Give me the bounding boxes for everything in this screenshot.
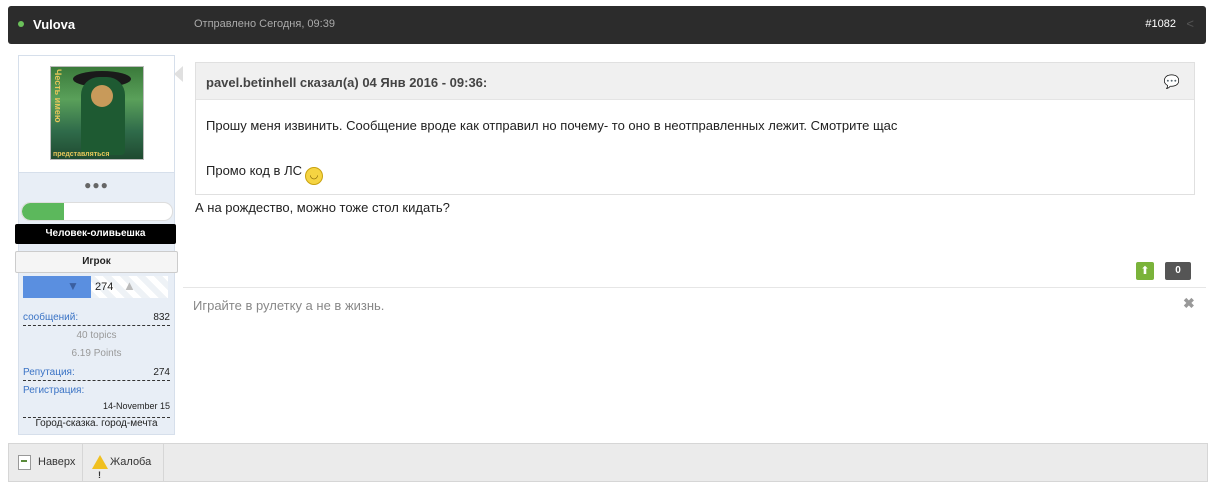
user-progress-fill xyxy=(22,203,64,220)
post-author[interactable]: Vulova xyxy=(33,17,75,32)
multiquote-icon[interactable]: 💬 xyxy=(1164,74,1180,90)
signature-divider xyxy=(183,287,1206,288)
messages-stat: сообщений: 832 xyxy=(23,310,170,326)
post-footer: Наверх ! Жалоба xyxy=(8,443,1208,482)
warning-mark: ! xyxy=(98,470,101,480)
user-location: Город-сказка. город-мечта xyxy=(35,418,158,429)
avatar-bottom-text: представляться xyxy=(53,151,110,158)
rank-title: Человек-оливьешка xyxy=(15,224,176,244)
reputation-bar: ▼ 274 ▲ xyxy=(23,276,168,298)
quote-text-line-1: Прошу меня извинить. Сообщение вроде как… xyxy=(206,118,898,133)
avatar[interactable]: Честь имею представляться xyxy=(50,66,144,160)
reputation-value: 274 xyxy=(153,367,170,378)
post-number-link[interactable]: #1082 xyxy=(1145,18,1176,30)
reputation-stat: Репутация: 274 xyxy=(23,365,170,381)
back-to-top-label: Наверх xyxy=(38,456,76,468)
topics-count: 40 topics xyxy=(76,330,117,341)
avatar-container: Честь имею представляться xyxy=(19,56,174,173)
quote-header: pavel.betinhell сказал(а) 04 Янв 2016 - … xyxy=(196,63,1194,100)
quote-citation[interactable]: pavel.betinhell сказал(а) 04 Янв 2016 - … xyxy=(206,75,487,90)
vote-count: 0 xyxy=(1165,262,1191,280)
reputation-bar-value: 274 xyxy=(95,281,114,293)
user-progress-bar xyxy=(21,202,173,221)
share-icon[interactable]: < xyxy=(1186,16,1194,31)
quote-body: Прошу меня извинить. Сообщение вроде как… xyxy=(196,100,1194,194)
back-to-top-button[interactable]: Наверх xyxy=(9,444,83,481)
post-arrow xyxy=(174,66,183,82)
quote-block: pavel.betinhell сказал(а) 04 Янв 2016 - … xyxy=(195,62,1195,195)
avatar-face xyxy=(91,85,113,107)
user-group: Игрок xyxy=(15,251,178,273)
thumb-up-icon[interactable]: ▲ xyxy=(123,278,136,293)
reputation-negative xyxy=(23,276,91,298)
report-button[interactable]: ! Жалоба xyxy=(83,444,164,481)
registration-date: 14-November 15 xyxy=(23,401,170,418)
quote-text-line-2: Промо код в ЛС ◡ xyxy=(206,163,323,185)
registration-label: Регистрация: xyxy=(23,385,85,396)
post-header: Vulova Отправлено Сегодня, 09:39 #1082 < xyxy=(8,6,1206,44)
status-dots: ●●● xyxy=(84,178,109,192)
messages-label[interactable]: сообщений: xyxy=(23,312,78,323)
close-icon[interactable]: ✖ xyxy=(1183,295,1195,312)
points-count: 6.19 Points xyxy=(71,348,122,359)
vote-up-icon[interactable]: ⬆ xyxy=(1136,262,1154,280)
quote-text-line-2-text: Промо код в ЛС xyxy=(206,163,302,178)
report-label: Жалоба xyxy=(110,456,152,468)
signature: Играйте в рулетку а не в жизнь. xyxy=(193,298,385,313)
post-text: А на рождество, можно тоже стол кидать? xyxy=(195,200,450,215)
smiley-icon: ◡ xyxy=(305,167,323,185)
page-top-icon xyxy=(18,455,31,470)
online-dot-icon xyxy=(18,21,24,27)
post-date: Отправлено Сегодня, 09:39 xyxy=(194,18,335,30)
messages-value: 832 xyxy=(153,312,170,323)
thumb-down-icon[interactable]: ▼ xyxy=(67,279,79,293)
reputation-label: Репутация: xyxy=(23,367,75,378)
avatar-side-text: Честь имею xyxy=(53,69,63,123)
user-info-panel: Честь имею представляться ●●● Человек-ол… xyxy=(15,55,178,435)
